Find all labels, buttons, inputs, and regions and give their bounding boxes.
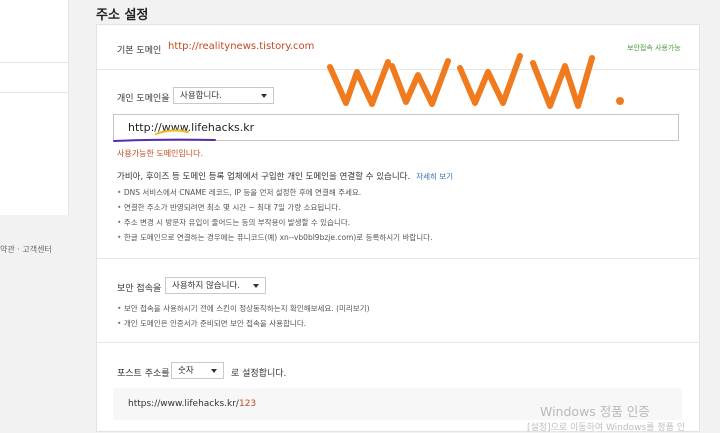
handwriting-overlay bbox=[113, 53, 624, 142]
handwritten-www-annotation bbox=[327, 53, 595, 109]
windows-activation-subtext: [설정]으로 이동하여 Windows를 정품 인 bbox=[527, 423, 686, 433]
yellow-underline-mark bbox=[155, 129, 189, 135]
handwritten-dot bbox=[616, 97, 624, 105]
purple-underline-mark bbox=[113, 138, 216, 142]
windows-activation-watermark: Windows 정품 인증 bbox=[540, 404, 650, 419]
